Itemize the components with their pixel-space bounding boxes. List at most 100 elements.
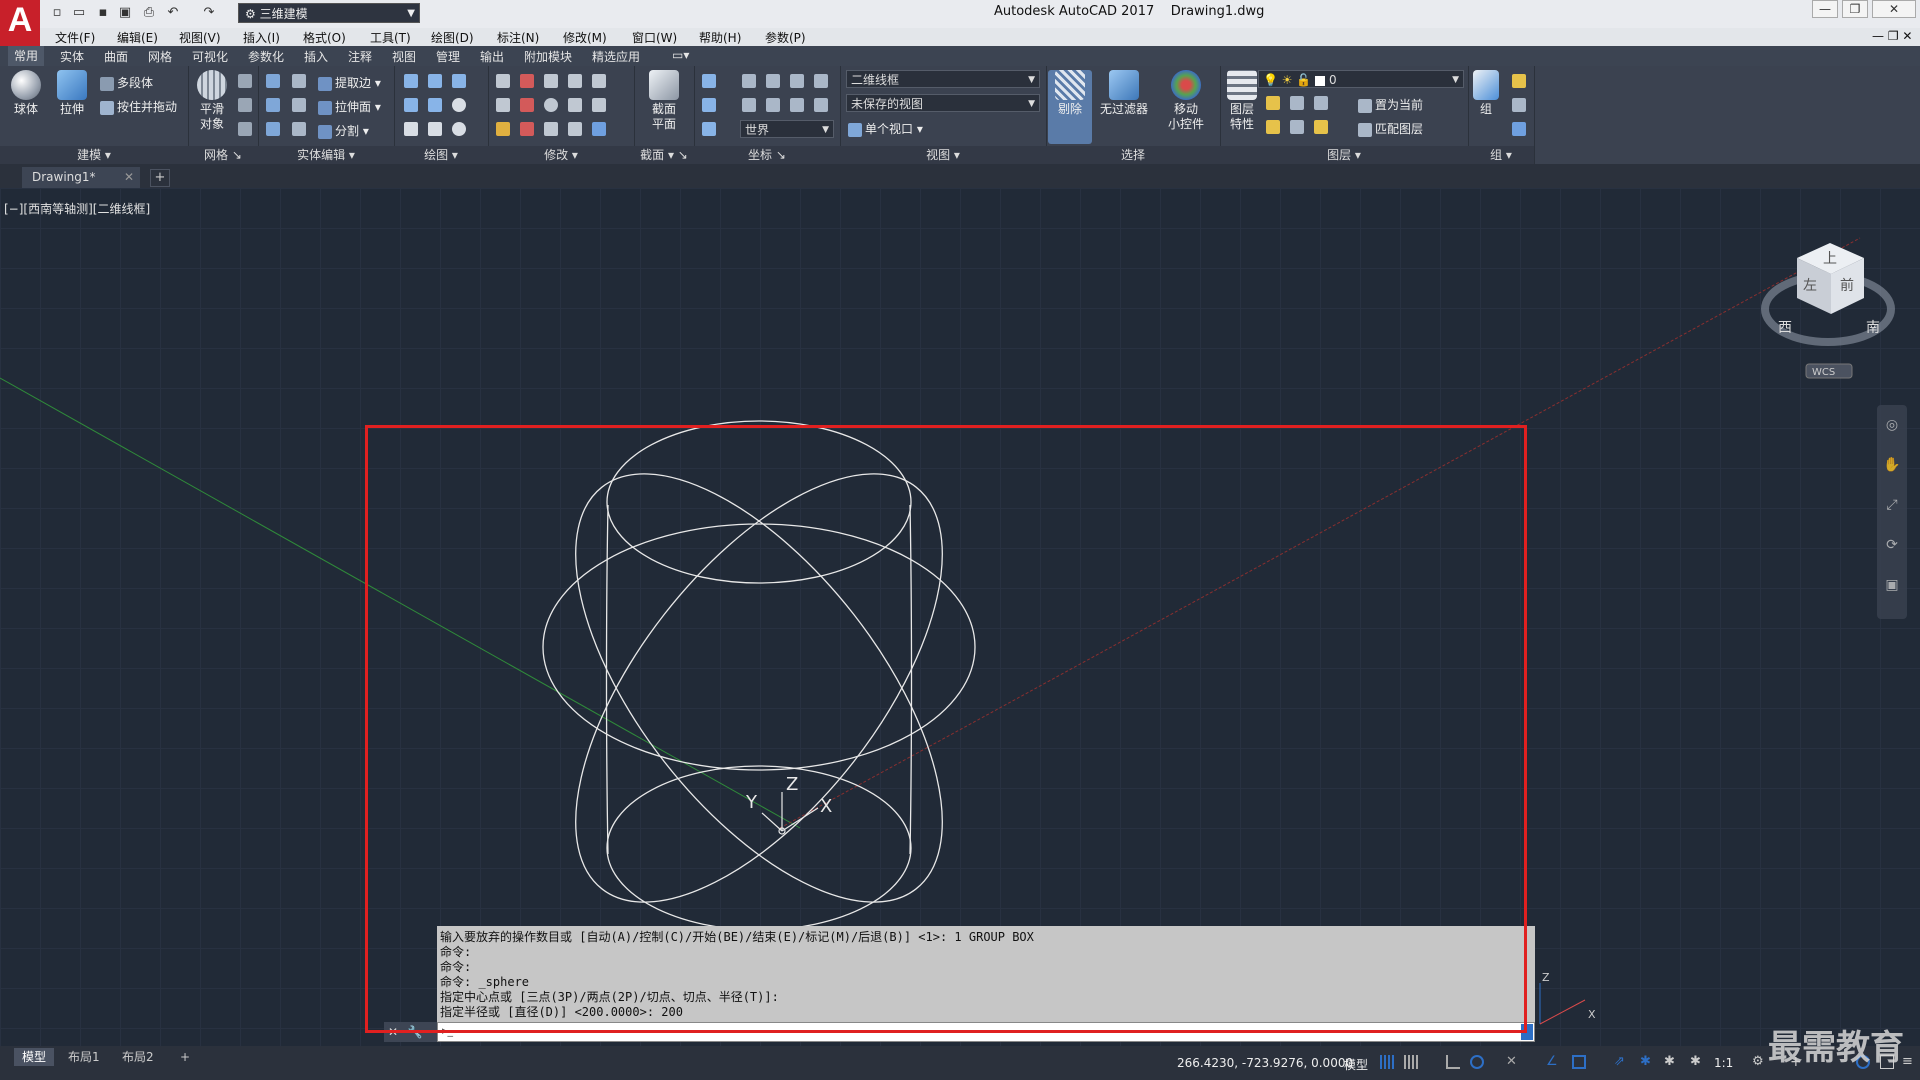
ucs-icon[interactable]: [702, 98, 716, 112]
group-button[interactable]: 组: [1470, 70, 1502, 117]
menu-parametric[interactable]: 参数(P): [765, 29, 806, 46]
steering-wheel-icon[interactable]: ◎: [1877, 405, 1907, 445]
move-icon[interactable]: [544, 74, 558, 88]
save-icon[interactable]: ▪: [94, 5, 112, 21]
menu-modify[interactable]: 修改(M): [563, 29, 607, 46]
document-tab[interactable]: Drawing1* ✕: [22, 167, 140, 188]
panel-title-layers[interactable]: 图层 ▾: [1220, 146, 1468, 164]
panel-title-groups[interactable]: 组 ▾: [1468, 146, 1534, 164]
redo-icon[interactable]: ↷: [200, 5, 218, 21]
ellipse-icon[interactable]: [452, 122, 466, 136]
ucs-icon[interactable]: [790, 98, 804, 112]
grid-icon[interactable]: [1380, 1055, 1394, 1069]
separate-button[interactable]: 分割 ▾: [318, 122, 369, 139]
snap-icon[interactable]: [1404, 1055, 1418, 1069]
tab-view[interactable]: 视图: [392, 48, 416, 65]
annotation-visibility-icon[interactable]: ✱: [1640, 1055, 1654, 1069]
panel-title-modeling[interactable]: 建模 ▾: [0, 146, 188, 164]
tab-addins[interactable]: 附加模块: [524, 48, 572, 65]
ray-icon[interactable]: [428, 98, 442, 112]
smooth-object-button[interactable]: 平滑 对象: [190, 70, 234, 132]
application-menu-button[interactable]: A: [0, 0, 40, 46]
auto-scale-icon[interactable]: ✱: [1664, 1055, 1678, 1069]
tab-surface[interactable]: 曲面: [104, 48, 128, 65]
tab-layout2[interactable]: 布局2: [114, 1048, 162, 1066]
command-input[interactable]: ▸_: [437, 1022, 1535, 1042]
polysolid-button[interactable]: 多段体: [100, 74, 153, 91]
workspace-switcher[interactable]: ⚙ 三维建模 ▼: [238, 3, 420, 23]
ucs-icon[interactable]: [702, 74, 716, 88]
edit-tool-icon[interactable]: [292, 122, 306, 136]
navigation-bar[interactable]: ◎ ✋ ⤢ ⟳ ▣: [1877, 405, 1907, 619]
extract-edges-button[interactable]: 提取边 ▾: [318, 74, 381, 91]
subtract-icon[interactable]: [266, 98, 280, 112]
menu-file[interactable]: 文件(F): [55, 29, 95, 46]
tab-home[interactable]: 常用: [8, 46, 45, 66]
polygon-icon[interactable]: [404, 122, 418, 136]
viewcube[interactable]: 上 左 前 西 南 WCS: [1761, 243, 1895, 379]
customization-menu-icon[interactable]: ≡: [1902, 1055, 1916, 1069]
array-icon[interactable]: [592, 122, 606, 136]
add-layout-button[interactable]: +: [172, 1048, 198, 1066]
tab-featured-apps[interactable]: 精选应用: [592, 48, 640, 65]
modify-tool-icon[interactable]: [568, 74, 582, 88]
ucs-icon[interactable]: [814, 98, 828, 112]
menu-help[interactable]: 帮助(H): [699, 29, 741, 46]
pan-icon[interactable]: ✋: [1877, 445, 1907, 485]
mesh-tool-icon[interactable]: [238, 98, 252, 112]
menu-tools[interactable]: 工具(T): [370, 29, 411, 46]
layer-tool-icon[interactable]: [1314, 120, 1328, 134]
modify-tool-icon[interactable]: [496, 122, 510, 136]
group-tool-icon[interactable]: [1512, 98, 1526, 112]
polyline-icon[interactable]: [404, 74, 418, 88]
move-gizmo-button[interactable]: 移动 小控件: [1158, 70, 1214, 132]
match-layer-button[interactable]: 匹配图层: [1358, 120, 1423, 137]
edit-tool-icon[interactable]: [292, 98, 306, 112]
edit-tool-icon[interactable]: [292, 74, 306, 88]
zoom-icon[interactable]: ⤢: [1877, 485, 1907, 525]
saved-view-combo[interactable]: 未保存的视图 ▼: [846, 94, 1040, 112]
intersect-icon[interactable]: [266, 122, 280, 136]
object-snap-tracking-icon[interactable]: ∠: [1546, 1055, 1560, 1069]
rectangle-icon[interactable]: [428, 122, 442, 136]
circle-icon[interactable]: [452, 98, 466, 112]
tab-layout1[interactable]: 布局1: [60, 1048, 108, 1066]
ucs-icon[interactable]: [814, 74, 828, 88]
wrench-icon[interactable]: 🔧: [408, 1025, 423, 1039]
tab-parametric[interactable]: 参数化: [248, 48, 284, 65]
tab-mesh[interactable]: 网格: [148, 48, 172, 65]
panel-title-mesh[interactable]: 网格 ↘: [188, 146, 258, 164]
dynamic-ucs-icon[interactable]: ⇗: [1614, 1055, 1628, 1069]
annotation-scale-icon[interactable]: ✱: [1690, 1055, 1704, 1069]
menu-insert[interactable]: 插入(I): [243, 29, 280, 46]
extrude-face-button[interactable]: 拉伸面 ▾: [318, 98, 381, 115]
open-file-icon[interactable]: ▭: [70, 5, 88, 21]
menu-draw[interactable]: 绘图(D): [431, 29, 474, 46]
print-icon[interactable]: ⎙: [140, 5, 158, 21]
ucs-icon[interactable]: [790, 74, 804, 88]
menu-format[interactable]: 格式(O): [303, 29, 346, 46]
menu-window[interactable]: 窗口(W): [632, 29, 677, 46]
modify-tool-icon[interactable]: [520, 122, 534, 136]
new-file-icon[interactable]: ▫: [48, 5, 66, 21]
viewport-config-button[interactable]: 单个视口 ▾: [848, 120, 923, 137]
line-icon[interactable]: [404, 98, 418, 112]
model-space-button[interactable]: 模型: [1344, 1056, 1368, 1073]
object-snap-icon[interactable]: [1572, 1055, 1586, 1069]
gear-icon[interactable]: ⚙: [1752, 1055, 1766, 1069]
modify-tool-icon[interactable]: [544, 122, 558, 136]
sphere-button[interactable]: 球体: [4, 70, 48, 117]
ucs-icon[interactable]: [702, 122, 716, 136]
layer-tool-icon[interactable]: [1290, 120, 1304, 134]
panel-title-solid-editing[interactable]: 实体编辑 ▾: [258, 146, 394, 164]
mesh-tool-icon[interactable]: [238, 122, 252, 136]
visual-style-combo[interactable]: 二维线框 ▼: [846, 70, 1040, 88]
undo-icon[interactable]: ↶: [164, 5, 182, 21]
union-icon[interactable]: [266, 74, 280, 88]
polar-tracking-icon[interactable]: [1470, 1055, 1484, 1069]
tab-solid[interactable]: 实体: [60, 48, 84, 65]
modify-tool-icon[interactable]: [496, 98, 510, 112]
tab-visualize[interactable]: 可视化: [192, 48, 228, 65]
new-tab-button[interactable]: +: [150, 169, 170, 187]
menu-edit[interactable]: 编辑(E): [117, 29, 158, 46]
